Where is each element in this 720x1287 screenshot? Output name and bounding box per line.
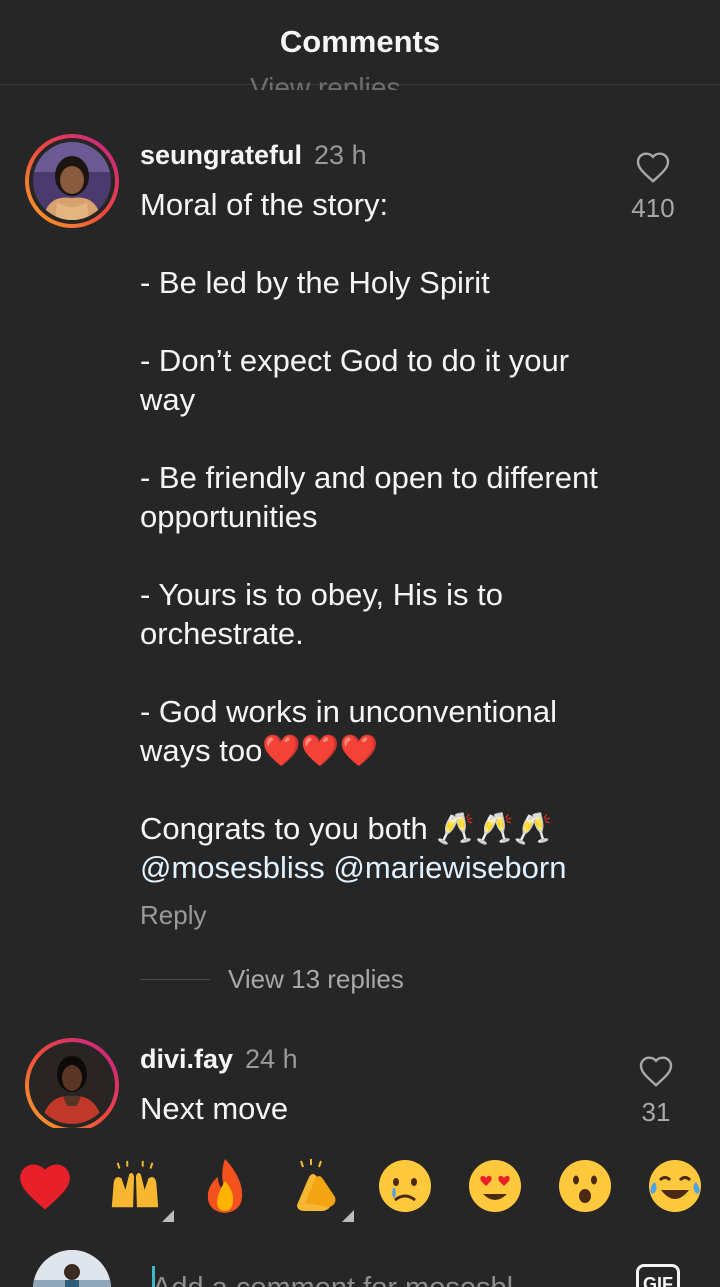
emoji-button[interactable] — [555, 1156, 615, 1216]
emoji-button[interactable] — [375, 1156, 435, 1216]
current-user-avatar[interactable] — [33, 1250, 111, 1287]
like-count: 31 — [641, 1097, 671, 1127]
mention-link[interactable]: @mariewiseborn — [333, 850, 566, 885]
username[interactable]: divi.fay — [140, 1044, 233, 1074]
comment-header: seungrateful 23 h — [140, 140, 367, 171]
raising-hands-emoji-icon — [111, 1160, 159, 1208]
skin-tone-indicator — [342, 1210, 354, 1222]
emoji-button[interactable] — [465, 1156, 525, 1216]
comment-text: Moral of the story: - Be led by the Holy… — [140, 185, 610, 887]
emoji-quick-bar — [0, 1128, 720, 1238]
like-count: 410 — [631, 193, 675, 223]
skin-tone-indicator — [162, 1210, 174, 1222]
comment-line: - Don’t expect God to do it your way — [140, 343, 570, 417]
surprised-face-emoji-icon — [559, 1160, 611, 1212]
like-button[interactable]: 31 — [626, 1054, 686, 1128]
profile-photo — [33, 142, 111, 220]
fire-emoji-icon — [207, 1159, 243, 1213]
username[interactable]: seungrateful — [140, 140, 302, 170]
avatar[interactable] — [25, 1038, 119, 1132]
heart-outline-icon[interactable] — [635, 150, 671, 184]
heart-eyes-emoji-icon — [469, 1160, 521, 1212]
scrolled-view-replies-link[interactable]: View replies — [250, 68, 400, 90]
comment-header: divi.fay 24 h — [140, 1044, 298, 1075]
comment-line: Next move — [140, 1091, 289, 1126]
reply-button[interactable]: Reply — [140, 900, 206, 931]
timestamp: 24 h — [245, 1044, 298, 1074]
comment-text: Next move — [140, 1089, 610, 1128]
mention-link[interactable]: @mosesbliss — [140, 850, 325, 885]
comment-line: - Yours is to obey, His is to orchestrat… — [140, 577, 503, 651]
heart-emoji-icon — [20, 1164, 70, 1210]
emoji-button[interactable] — [195, 1156, 255, 1216]
comment-line: Moral of the story: — [140, 187, 389, 222]
emoji-button[interactable] — [286, 1156, 346, 1216]
emoji-button[interactable] — [105, 1156, 165, 1216]
like-button[interactable]: 410 — [623, 150, 683, 224]
comment-line: - God works in unconventional ways too❤️… — [140, 694, 558, 768]
comment-line: - Be led by the Holy Spirit — [140, 265, 490, 300]
crying-face-emoji-icon — [379, 1160, 431, 1212]
avatar[interactable] — [25, 134, 119, 228]
view-replies-button[interactable]: View 13 replies — [140, 964, 404, 995]
mentions-line: @mosesbliss @mariewiseborn — [140, 848, 610, 887]
timestamp: 23 h — [314, 140, 367, 170]
tears-of-joy-emoji-icon — [649, 1160, 701, 1212]
heart-outline-icon[interactable] — [638, 1054, 674, 1088]
clapping-hands-emoji-icon — [297, 1159, 336, 1211]
comment-composer: GIF — [0, 1238, 720, 1287]
page-title: Comments — [279, 24, 441, 59]
profile-photo — [33, 1046, 111, 1124]
gif-button[interactable]: GIF — [636, 1264, 680, 1287]
view-replies-label[interactable]: View 13 replies — [228, 964, 404, 995]
comment-line: - Be friendly and open to different oppo… — [140, 460, 598, 534]
emoji-button[interactable] — [15, 1156, 75, 1216]
divider-line — [140, 979, 210, 980]
emoji-button[interactable] — [645, 1156, 705, 1216]
comment-input[interactable] — [152, 1268, 572, 1287]
comment-line: Congrats to you both 🥂🥂🥂 — [140, 811, 553, 846]
